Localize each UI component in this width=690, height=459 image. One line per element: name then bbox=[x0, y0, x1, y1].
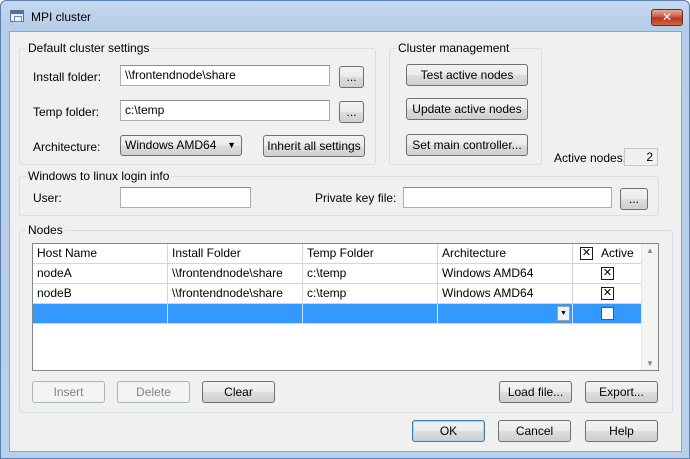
private-key-file-label: Private key file: bbox=[315, 191, 397, 205]
default-cluster-settings-group: Default cluster settings Install folder:… bbox=[19, 41, 376, 165]
cell-host-name[interactable]: nodeB bbox=[33, 284, 168, 304]
cell-architecture[interactable]: Windows AMD64 bbox=[438, 284, 573, 304]
cell-architecture[interactable]: Windows AMD64 bbox=[438, 264, 573, 284]
cell-host-name[interactable] bbox=[33, 304, 168, 324]
temp-folder-label: Temp folder: bbox=[33, 105, 100, 119]
active-checkbox[interactable] bbox=[601, 307, 614, 320]
private-key-file-input[interactable] bbox=[403, 187, 612, 208]
insert-button[interactable]: Insert bbox=[32, 381, 105, 403]
mpi-cluster-window: MPI cluster ✕ Default cluster settings I… bbox=[0, 0, 690, 459]
cell-active: ✕ bbox=[573, 264, 641, 284]
login-info-group: Windows to linux login info User: Privat… bbox=[19, 169, 659, 216]
architecture-select[interactable]: Windows AMD64 ▼ bbox=[120, 135, 242, 156]
help-button[interactable]: Help bbox=[585, 420, 658, 442]
nodes-title: Nodes bbox=[26, 223, 65, 237]
inherit-all-settings-button[interactable]: Inherit all settings bbox=[263, 135, 365, 157]
architecture-select-value: Windows AMD64 bbox=[125, 138, 217, 152]
cell-active bbox=[573, 304, 641, 324]
install-folder-label: Install folder: bbox=[33, 70, 102, 84]
grid-header: Host Name Install Folder Temp Folder Arc… bbox=[33, 244, 641, 264]
user-input[interactable] bbox=[120, 187, 251, 208]
temp-folder-input[interactable]: c:\temp bbox=[120, 100, 330, 121]
cell-active: ✕ bbox=[573, 284, 641, 304]
column-header-install-folder[interactable]: Install Folder bbox=[168, 244, 303, 264]
chevron-down-icon: ▼ bbox=[227, 140, 236, 150]
ok-button[interactable]: OK bbox=[412, 420, 485, 442]
select-all-checkbox[interactable]: ✕ bbox=[580, 247, 593, 260]
scroll-down-icon[interactable]: ▼ bbox=[646, 359, 654, 368]
active-checkbox[interactable]: ✕ bbox=[601, 267, 614, 280]
active-nodes-label: Active nodes: bbox=[554, 151, 627, 165]
default-cluster-settings-title: Default cluster settings bbox=[26, 41, 152, 55]
scroll-up-icon[interactable]: ▲ bbox=[646, 246, 654, 255]
architecture-label: Architecture: bbox=[33, 140, 101, 154]
column-header-host-name[interactable]: Host Name bbox=[33, 244, 168, 264]
cancel-button[interactable]: Cancel bbox=[498, 420, 571, 442]
temp-folder-browse-button[interactable]: ... bbox=[339, 101, 364, 123]
window-title: MPI cluster bbox=[31, 10, 92, 24]
cell-host-name[interactable]: nodeA bbox=[33, 264, 168, 284]
cell-install-folder[interactable] bbox=[168, 304, 303, 324]
dialog-client-area: Default cluster settings Install folder:… bbox=[9, 31, 682, 452]
column-header-active[interactable]: ✕ Active bbox=[573, 244, 641, 264]
nodes-grid[interactable]: Host Name Install Folder Temp Folder Arc… bbox=[32, 243, 659, 371]
delete-button[interactable]: Delete bbox=[117, 381, 190, 403]
table-row[interactable]: nodeB \\frontendnode\share c:\temp Windo… bbox=[33, 284, 641, 304]
window-app-icon bbox=[10, 10, 24, 22]
test-active-nodes-button[interactable]: Test active nodes bbox=[406, 64, 528, 86]
private-key-browse-button[interactable]: ... bbox=[620, 188, 648, 210]
close-button[interactable]: ✕ bbox=[651, 9, 683, 26]
active-nodes-count: 2 bbox=[624, 148, 658, 166]
clear-button[interactable]: Clear bbox=[202, 381, 275, 403]
export-button[interactable]: Export... bbox=[585, 381, 658, 403]
table-row[interactable]: nodeA \\frontendnode\share c:\temp Windo… bbox=[33, 264, 641, 284]
login-info-title: Windows to linux login info bbox=[26, 169, 172, 183]
load-file-button[interactable]: Load file... bbox=[499, 381, 572, 403]
install-folder-browse-button[interactable]: ... bbox=[339, 66, 364, 88]
close-icon: ✕ bbox=[661, 10, 673, 24]
column-header-architecture[interactable]: Architecture bbox=[438, 244, 573, 264]
cluster-management-group: Cluster management Test active nodes Upd… bbox=[389, 41, 542, 165]
active-checkbox[interactable]: ✕ bbox=[601, 287, 614, 300]
title-bar[interactable]: MPI cluster ✕ bbox=[1, 1, 689, 31]
cell-install-folder[interactable]: \\frontendnode\share bbox=[168, 264, 303, 284]
cell-architecture[interactable] bbox=[438, 304, 573, 324]
cell-temp-folder[interactable] bbox=[303, 304, 438, 324]
new-row[interactable]: ▼ bbox=[33, 304, 641, 324]
cell-install-folder[interactable]: \\frontendnode\share bbox=[168, 284, 303, 304]
cell-temp-folder[interactable]: c:\temp bbox=[303, 284, 438, 304]
cluster-management-title: Cluster management bbox=[396, 41, 512, 55]
user-label: User: bbox=[33, 191, 62, 205]
update-active-nodes-button[interactable]: Update active nodes bbox=[406, 98, 528, 120]
install-folder-input[interactable]: \\frontendnode\share bbox=[120, 65, 330, 86]
grid-vertical-scrollbar[interactable]: ▲ ▼ bbox=[641, 244, 658, 370]
set-main-controller-button[interactable]: Set main controller... bbox=[406, 134, 528, 156]
architecture-cell-dropdown-icon[interactable]: ▼ bbox=[557, 306, 570, 321]
column-header-temp-folder[interactable]: Temp Folder bbox=[303, 244, 438, 264]
column-header-active-label: Active bbox=[601, 246, 634, 260]
cell-temp-folder[interactable]: c:\temp bbox=[303, 264, 438, 284]
